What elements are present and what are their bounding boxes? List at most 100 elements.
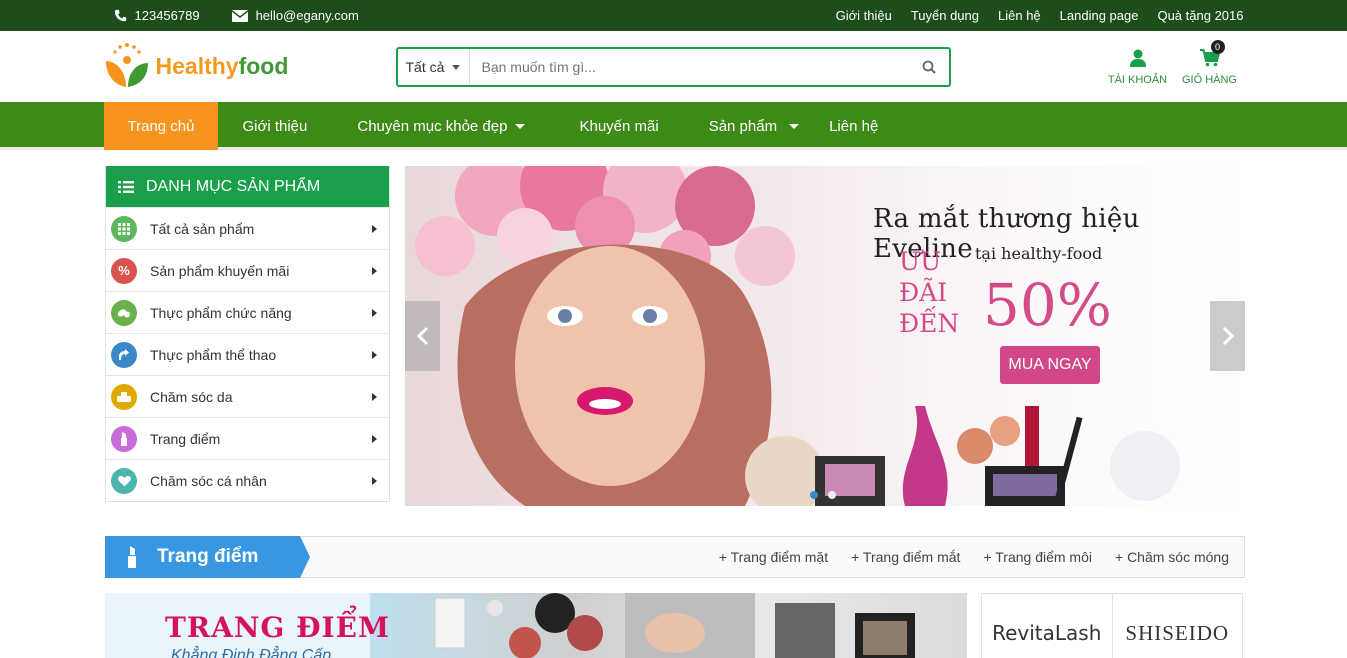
slider-subline: tại healthy-food bbox=[975, 244, 1103, 263]
section-link-mong[interactable]: + Chăm sóc móng bbox=[1115, 549, 1229, 565]
sidebar-item-the-thao[interactable]: Thực phẩm thể thao bbox=[106, 333, 389, 375]
sidebar-item-cham-soc-da[interactable]: Chăm sóc da bbox=[106, 375, 389, 417]
logo[interactable]: Healthyfood bbox=[104, 41, 289, 91]
section-title: Trang điểm bbox=[157, 546, 259, 567]
top-link-tuyen-dung[interactable]: Tuyển dụng bbox=[911, 8, 979, 23]
search-button[interactable] bbox=[909, 49, 949, 85]
slider-dot[interactable] bbox=[828, 491, 836, 499]
slider-percent: 50% bbox=[983, 271, 1112, 339]
category-sidebar: DANH MỤC SẢN PHẨM Tất cả sản phẩm % Sản … bbox=[105, 166, 390, 502]
top-link-qua-tang[interactable]: Quà tặng 2016 bbox=[1157, 8, 1243, 23]
buy-now-button[interactable]: MUA NGAY bbox=[1000, 346, 1100, 384]
nav-item-chuyen-muc[interactable]: Chuyên mục khỏe đẹp bbox=[331, 102, 555, 150]
chevron-down-icon bbox=[789, 123, 800, 129]
main-nav: Trang chủ Giới thiệu Chuyên mục khỏe đẹp… bbox=[0, 102, 1347, 150]
category-sidebar-header: DANH MỤC SẢN PHẨM bbox=[106, 166, 389, 207]
banner-products-image bbox=[434, 593, 915, 658]
sidebar-item-khuyen-mai[interactable]: % Sản phẩm khuyến mãi bbox=[106, 249, 389, 291]
brand-name: RevitaLash bbox=[992, 621, 1102, 645]
sidebar-item-ca-nhan[interactable]: Chăm sóc cá nhân bbox=[106, 459, 389, 501]
slider-dots bbox=[810, 491, 846, 499]
nav-label: Khuyến mãi bbox=[579, 117, 659, 135]
percent-icon: % bbox=[111, 257, 137, 284]
email-address: hello@egany.com bbox=[255, 8, 359, 23]
chevron-right-icon bbox=[1222, 326, 1234, 346]
banner-title: TRANG ĐIỂM bbox=[165, 611, 390, 644]
account-label: TÀI KHOẢN bbox=[1107, 74, 1168, 86]
email-contact[interactable]: hello@egany.com bbox=[231, 8, 359, 23]
logo-text-healthy: Healthy bbox=[155, 52, 239, 79]
nav-label: Trang chủ bbox=[127, 117, 195, 135]
nav-label: Chuyên mục khỏe đẹp bbox=[357, 117, 508, 135]
slider-dot[interactable] bbox=[810, 491, 818, 499]
search-input[interactable] bbox=[469, 59, 909, 75]
nav-item-lien-he[interactable]: Liên hệ bbox=[823, 102, 902, 150]
slider-promo: ƯU ĐÃI ĐẾN bbox=[899, 246, 959, 339]
brand-logo-revitalash[interactable]: RevitaLash bbox=[982, 594, 1113, 658]
phone-contact[interactable]: 123456789 bbox=[114, 8, 200, 23]
section-title-tag[interactable]: Trang điểm bbox=[105, 536, 310, 578]
top-link-landing-page[interactable]: Landing page bbox=[1060, 8, 1139, 23]
slider-next-button[interactable] bbox=[1210, 301, 1245, 371]
nav-item-khuyen-mai[interactable]: Khuyến mãi bbox=[555, 102, 684, 150]
cart-label: GIỎ HÀNG bbox=[1181, 74, 1237, 86]
sidebar-item-label: Chăm sóc da bbox=[150, 388, 233, 405]
search-category-label: Tất cả bbox=[405, 59, 445, 75]
grid-icon bbox=[111, 215, 137, 242]
slider-promo-line: ĐẾN bbox=[899, 309, 960, 338]
cosmetics-image bbox=[745, 406, 1180, 506]
search-bar: Tất cả bbox=[395, 47, 951, 87]
chevron-down-icon bbox=[452, 64, 461, 70]
account-link[interactable]: TÀI KHOẢN bbox=[1108, 46, 1168, 86]
top-link-lien-he[interactable]: Liên hệ bbox=[998, 8, 1041, 23]
nav-label: Sản phẩm bbox=[708, 117, 778, 135]
logo-text: Healthyfood bbox=[156, 53, 289, 80]
chevron-right-icon bbox=[372, 434, 377, 443]
brand-logos: RevitaLash SHISEIDO bbox=[981, 593, 1243, 658]
nav-item-gioi-thieu[interactable]: Giới thiệu bbox=[218, 102, 331, 150]
chevron-right-icon bbox=[372, 392, 377, 401]
list-icon bbox=[118, 180, 134, 193]
slider-promo-line: ƯU bbox=[899, 247, 942, 276]
chevron-right-icon bbox=[372, 224, 377, 233]
chevron-right-icon bbox=[372, 476, 377, 485]
section-link-mat[interactable]: + Trang điểm mặt bbox=[719, 549, 828, 565]
nav-item-san-pham[interactable]: Sản phẩm bbox=[685, 102, 823, 150]
search-category-select[interactable]: Tất cả bbox=[398, 49, 470, 85]
pills-icon bbox=[111, 299, 137, 326]
sidebar-item-label: Chăm sóc cá nhân bbox=[150, 472, 267, 489]
category-banner[interactable]: TRANG ĐIỂM Khẳng Định Đẳng Cấp bbox=[105, 593, 967, 658]
logo-leaf-icon bbox=[105, 43, 148, 87]
nav-item-trang-chu[interactable]: Trang chủ bbox=[103, 102, 219, 150]
sidebar-item-chuc-nang[interactable]: Thực phẩm chức năng bbox=[106, 291, 389, 333]
brand-logo-shiseido[interactable]: SHISEIDO bbox=[1113, 594, 1243, 658]
section-link-moi[interactable]: + Trang điểm môi bbox=[983, 549, 1092, 565]
page: 123456789 hello@egany.com Giới thiệu Tuy… bbox=[0, 0, 1347, 658]
chevron-left-icon bbox=[416, 326, 428, 346]
banner-subtitle: Khẳng Định Đẳng Cấp bbox=[171, 647, 332, 658]
phone-number: 123456789 bbox=[134, 8, 200, 23]
hero-slider[interactable]: Ra mắt thương hiệu Eveline ƯU ĐÃI ĐẾN tạ… bbox=[405, 166, 1245, 506]
section-header-trang-diem: Trang điểm + Trang điểm mặt + Trang điểm… bbox=[105, 536, 1245, 578]
sport-icon bbox=[111, 341, 137, 368]
chevron-right-icon bbox=[372, 350, 377, 359]
slider-prev-button[interactable] bbox=[405, 301, 440, 371]
slider-promo-line: ĐÃI bbox=[899, 278, 948, 307]
top-link-gioi-thieu[interactable]: Giới thiệu bbox=[836, 8, 892, 23]
skincare-icon bbox=[111, 383, 137, 410]
section-link-mat-eye[interactable]: + Trang điểm mắt bbox=[851, 549, 960, 565]
sidebar-item-tat-ca[interactable]: Tất cả sản phẩm bbox=[106, 207, 389, 249]
cart-count-badge: 0 bbox=[1210, 40, 1225, 54]
brand-name: SHISEIDO bbox=[1125, 620, 1230, 645]
search-icon bbox=[922, 60, 936, 74]
sidebar-item-label: Sản phẩm khuyến mãi bbox=[150, 262, 290, 279]
cart-link[interactable]: 0 GIỎ HÀNG bbox=[1181, 40, 1238, 86]
category-sidebar-title: DANH MỤC SẢN PHẨM bbox=[146, 177, 321, 195]
mail-icon bbox=[231, 9, 248, 22]
sidebar-item-label: Tất cả sản phẩm bbox=[150, 220, 255, 237]
section-sublinks: + Trang điểm mặt + Trang điểm mắt + Tran… bbox=[696, 537, 1229, 577]
lipstick-icon bbox=[111, 425, 137, 452]
lipstick-icon bbox=[128, 546, 136, 568]
sidebar-item-trang-diem[interactable]: Trang điểm bbox=[106, 417, 389, 459]
chevron-right-icon bbox=[372, 308, 377, 317]
